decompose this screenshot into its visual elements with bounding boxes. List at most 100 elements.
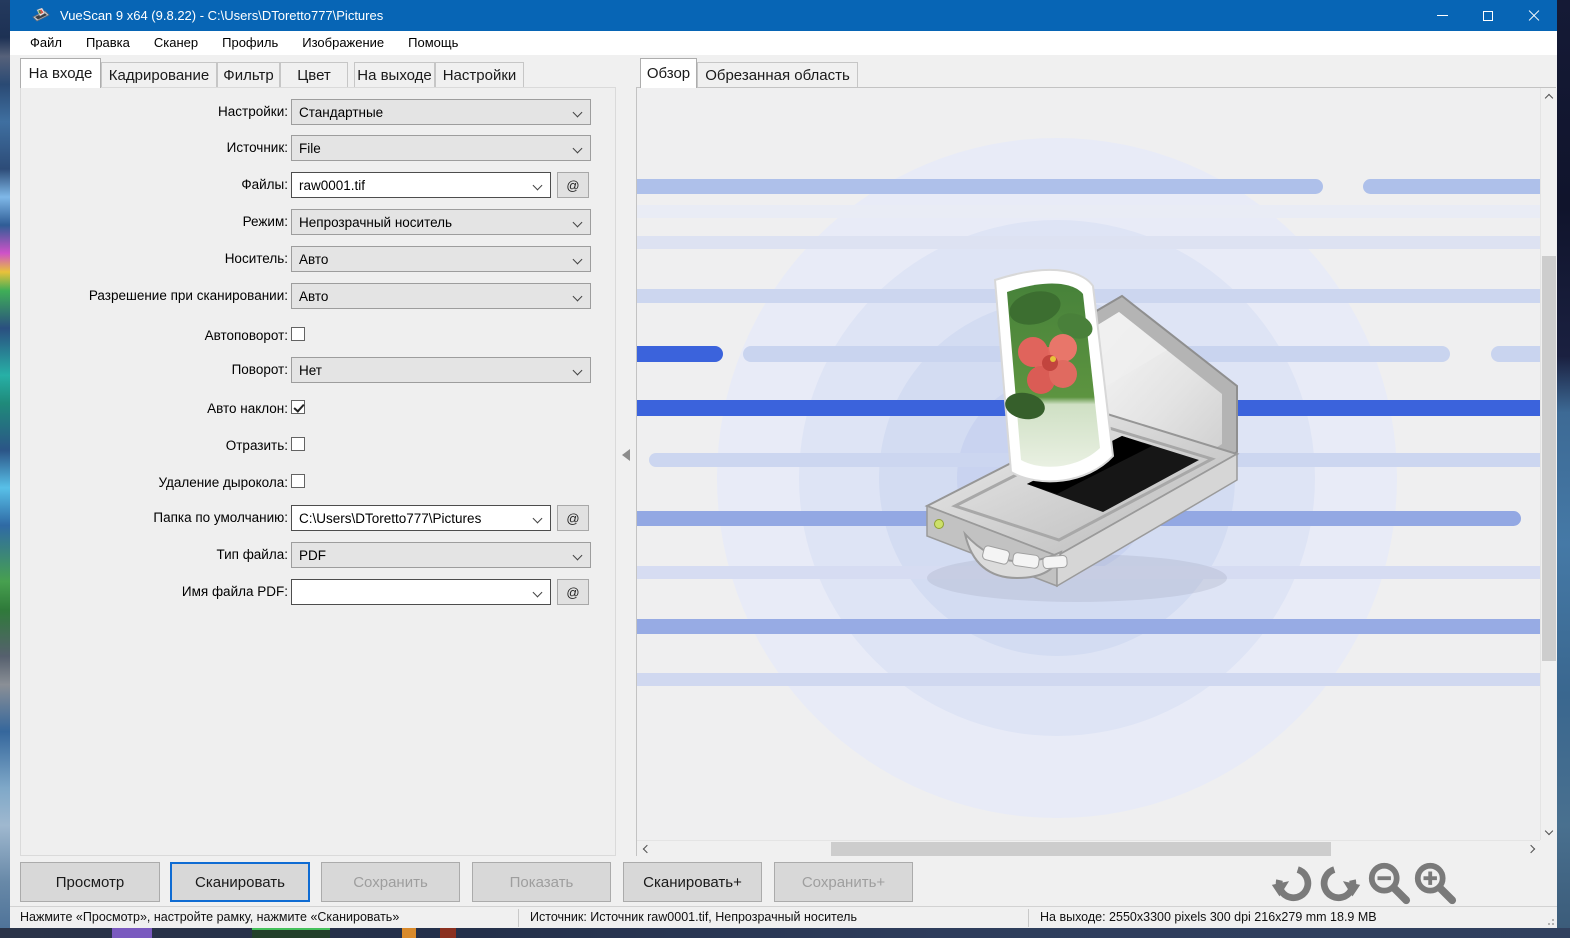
files-browse-button[interactable]: @ [557, 172, 589, 198]
field-label-mode: Режим: [242, 214, 288, 229]
auto-skew-checkbox[interactable] [291, 400, 305, 414]
save-plus-button[interactable]: Сохранить+ [774, 862, 913, 902]
desktop-wallpaper-right [1557, 0, 1570, 938]
status-output: На выходе: 2550x3300 pixels 300 dpi 216x… [1040, 910, 1377, 924]
panel-collapse-arrow-icon[interactable] [622, 449, 630, 461]
scan-plus-button[interactable]: Сканировать+ [623, 862, 762, 902]
resize-grip-icon[interactable] [1544, 915, 1554, 925]
field-label-files: Файлы: [241, 177, 288, 192]
hole-removal-checkbox[interactable] [291, 474, 305, 488]
preview-horizontal-scrollbar[interactable] [637, 840, 1540, 856]
tab-preview[interactable]: Обзор [640, 58, 697, 88]
menu-file[interactable]: Файл [18, 31, 74, 55]
field-label-media: Носитель: [224, 251, 288, 266]
menu-image[interactable]: Изображение [290, 31, 396, 55]
desktop-wallpaper-bottom [0, 928, 1570, 938]
field-label-auto-skew: Авто наклон: [207, 401, 288, 416]
mode-select[interactable]: Непрозрачный носитель [291, 209, 591, 235]
scroll-right-arrow[interactable] [1524, 841, 1540, 856]
desktop-icon-fragment [402, 928, 416, 938]
horizontal-scroll-thumb[interactable] [831, 842, 1331, 856]
tab-cropped-area[interactable]: Обрезанная область [697, 62, 858, 87]
chevron-down-icon [572, 291, 583, 302]
chevron-down-icon [572, 254, 583, 265]
show-button[interactable]: Показать [472, 862, 611, 902]
mode-select-value: Непрозрачный носитель [299, 214, 453, 230]
default-folder-combo-value: C:\Users\DToretto777\Pictures [299, 510, 482, 526]
menu-scanner[interactable]: Сканер [142, 31, 210, 55]
files-combo[interactable]: raw0001.tif [291, 172, 551, 198]
status-separator [518, 909, 519, 927]
file-type-select-value: PDF [299, 547, 326, 563]
default-folder-combo[interactable]: C:\Users\DToretto777\Pictures [291, 505, 551, 531]
field-label-autorotate: Автоповорот: [204, 328, 288, 343]
mirror-checkbox[interactable] [291, 437, 305, 451]
splash-stripe [637, 236, 1540, 249]
source-select[interactable]: File [291, 135, 591, 161]
default-folder-browse-button[interactable]: @ [557, 505, 589, 531]
tab-input[interactable]: На входе [20, 58, 101, 88]
chevron-down-icon [532, 513, 543, 524]
rotate-counterclockwise-icon[interactable] [1268, 860, 1314, 906]
settings-select[interactable]: Стандартные [291, 99, 591, 125]
scroll-up-arrow[interactable] [1541, 88, 1556, 104]
pdf-filename-browse-button[interactable]: @ [557, 579, 589, 605]
desktop-icon-fragment [252, 928, 330, 938]
pdf-filename-combo[interactable] [291, 579, 551, 605]
chevron-down-icon [532, 587, 543, 598]
autorotate-checkbox[interactable] [291, 327, 305, 341]
vuescan-app-icon [32, 7, 50, 21]
save-button[interactable]: Сохранить [321, 862, 460, 902]
maximize-button[interactable] [1465, 0, 1511, 31]
minimize-button[interactable] [1419, 0, 1465, 31]
splash-stripe [637, 205, 1540, 218]
tab-prefs[interactable]: Настройки [435, 62, 524, 87]
close-button[interactable] [1511, 0, 1557, 31]
field-label-pdf-filename: Имя файла PDF: [181, 584, 288, 599]
minimize-icon [1436, 15, 1448, 16]
statusbar: Нажмите «Просмотр», настройте рамку, наж… [10, 906, 1557, 928]
titlebar[interactable]: VueScan 9 x64 (9.8.22) - C:\Users\DToret… [10, 0, 1557, 31]
desktop-wallpaper-left [0, 0, 10, 938]
chevron-down-icon [572, 365, 583, 376]
tab-color[interactable]: Цвет [280, 62, 348, 87]
status-hint: Нажмите «Просмотр», настройте рамку, наж… [20, 910, 400, 924]
preview-vertical-scrollbar[interactable] [1540, 88, 1556, 840]
media-select[interactable]: Авто [291, 246, 591, 272]
file-type-select[interactable]: PDF [291, 542, 591, 568]
scrollbar-corner [1540, 840, 1556, 856]
vuescan-window: VueScan 9 x64 (9.8.22) - C:\Users\DToret… [10, 0, 1557, 928]
scan-resolution-select[interactable]: Авто [291, 283, 591, 309]
rotate-clockwise-icon[interactable] [1318, 860, 1364, 906]
field-label-mirror: Отразить: [225, 438, 288, 453]
splash-stripe [637, 179, 1323, 194]
source-select-value: File [299, 140, 321, 156]
tab-output[interactable]: На выходе [354, 62, 435, 87]
at-icon: @ [566, 177, 580, 193]
zoom-out-icon[interactable] [1366, 860, 1412, 906]
splash-stripe [637, 619, 1540, 634]
chevron-down-icon [572, 143, 583, 154]
field-label-scan-resolution: Разрешение при сканировании: [88, 288, 288, 303]
field-label-rotation: Поворот: [231, 362, 288, 377]
vertical-scroll-thumb[interactable] [1542, 256, 1556, 661]
menu-edit[interactable]: Правка [74, 31, 142, 55]
scroll-down-arrow[interactable] [1541, 824, 1556, 840]
at-icon: @ [566, 584, 580, 600]
menu-profile[interactable]: Профиль [210, 31, 290, 55]
field-label-default-folder: Папка по умолчанию: [153, 510, 288, 525]
tab-crop[interactable]: Кадрирование [101, 62, 217, 87]
at-icon: @ [566, 510, 580, 526]
scroll-left-arrow[interactable] [637, 841, 653, 856]
vuescan-scanner-illustration [924, 268, 1240, 602]
rotation-select[interactable]: Нет [291, 357, 591, 383]
splash-stripe [637, 673, 1540, 686]
field-label-hole-removal: Удаление дырокола: [158, 475, 288, 490]
menu-help[interactable]: Помощь [396, 31, 470, 55]
chevron-down-icon [572, 550, 583, 561]
zoom-in-icon[interactable] [1412, 860, 1458, 906]
preview-button[interactable]: Просмотр [20, 862, 160, 902]
tab-filter[interactable]: Фильтр [217, 62, 280, 87]
media-select-value: Авто [299, 251, 329, 267]
scan-button[interactable]: Сканировать [170, 862, 310, 902]
